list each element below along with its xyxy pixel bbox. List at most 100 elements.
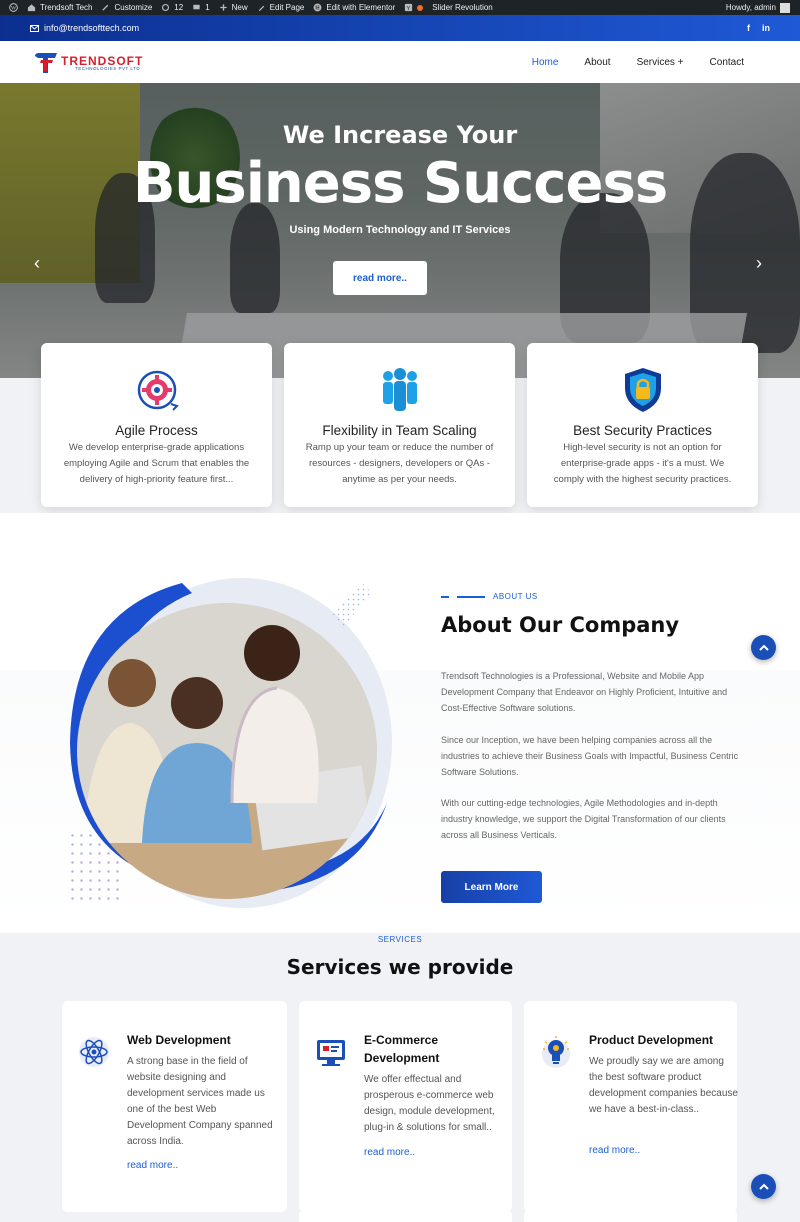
adminbar-new-label: New — [231, 3, 248, 12]
home-icon — [27, 4, 36, 12]
updates-icon — [162, 3, 170, 12]
service-title: Web Development — [127, 1033, 231, 1047]
brand-name: TRENDSOFT — [61, 53, 144, 68]
service-card-partial — [299, 1209, 512, 1222]
atom-icon — [79, 1037, 109, 1067]
email-link[interactable]: info@trendsofttech.com — [30, 23, 139, 33]
service-card-partial — [524, 1209, 737, 1222]
adminbar-updates[interactable]: 12 — [161, 3, 183, 12]
adminbar-edit-page[interactable]: Edit Page — [257, 3, 305, 12]
service-title: E-Commerce Development — [364, 1033, 440, 1065]
comment-icon — [193, 4, 200, 10]
services-section: SERVICES Services we provide Web Develop… — [0, 933, 800, 1222]
adminbar-updates-count: 12 — [174, 3, 184, 12]
adminbar-account[interactable]: Howdy, admin — [726, 0, 790, 15]
site-logo[interactable]: TRENDSOFT TECHNOLOGIES PVT LTD — [33, 50, 143, 76]
pencil-icon — [258, 5, 264, 12]
ecommerce-screen-icon — [317, 1040, 345, 1066]
yoast-icon: Y — [405, 3, 413, 12]
adminbar-comments-count: 1 — [205, 3, 210, 12]
about-tag: ABOUT US — [441, 592, 538, 601]
svg-text:Y: Y — [407, 6, 411, 12]
brush-icon — [102, 4, 109, 11]
shield-lock-icon — [625, 368, 661, 412]
adminbar-elementor-label: Edit with Elementor — [326, 3, 396, 12]
scroll-to-top-button[interactable] — [751, 635, 776, 660]
about-title: About Our Company — [441, 613, 680, 637]
menu-item-about[interactable]: About — [584, 57, 610, 68]
slider-next-icon[interactable]: › — [756, 253, 762, 274]
hero-slider: We Increase Your Business Success Using … — [0, 83, 800, 378]
about-paragraph: Since our Inception, we have been helpin… — [441, 735, 739, 777]
adminbar-slider-label: Slider Revolution — [432, 3, 493, 12]
facebook-icon[interactable]: f — [747, 23, 750, 33]
feature-title: Agile Process — [115, 423, 198, 438]
service-text: A strong base in the field of website de… — [127, 1056, 273, 1147]
about-section: ABOUT US About Our Company Trendsoft Tec… — [0, 513, 800, 933]
hero-line1: We Increase Your — [282, 121, 518, 149]
menu-item-services[interactable]: Services + — [637, 57, 684, 68]
feature-title: Best Security Practices — [573, 423, 712, 438]
envelope-icon — [30, 24, 39, 32]
features-section: Agile Process We develop enterprise-grad… — [0, 343, 800, 513]
feature-card-security: Best Security Practices High-level secur… — [527, 343, 758, 507]
contact-bar: info@trendsofttech.com f in — [0, 15, 800, 41]
adminbar-yoast[interactable]: Y — [404, 3, 424, 12]
email-text: info@trendsofttech.com — [44, 23, 140, 33]
services-title: Services we provide — [286, 955, 514, 979]
main-header: TRENDSOFT TECHNOLOGIES PVT LTD Home Abou… — [0, 41, 800, 83]
avatar — [780, 2, 790, 13]
plus-icon — [219, 4, 227, 11]
feature-card-agile: Agile Process We develop enterprise-grad… — [41, 343, 272, 507]
adminbar-edit-page-label: Edit Page — [269, 3, 305, 12]
adminbar-new[interactable]: New — [219, 3, 248, 12]
adminbar-comments[interactable]: 1 — [192, 3, 210, 12]
service-card-product: Product Development We proudly say we ar… — [524, 1001, 738, 1212]
feature-text: High-level security is not an option for… — [553, 442, 732, 485]
adminbar-site-link[interactable]: Trendsoft Tech — [27, 3, 92, 12]
feature-card-team: Flexibility in Team Scaling Ramp up your… — [284, 343, 515, 507]
service-text: We offer effectual and prosperous e-comm… — [364, 1074, 495, 1133]
service-read-more-link[interactable]: read more.. — [364, 1147, 415, 1158]
seo-status-dot — [417, 4, 424, 11]
feature-text: We develop enterprise-grade applications… — [63, 442, 250, 485]
wordpress-logo-icon[interactable]: W — [9, 3, 18, 12]
adminbar-customize[interactable]: Customize — [101, 3, 152, 12]
hero-read-more-button[interactable]: read more.. — [333, 261, 427, 295]
adminbar-greeting: Howdy, admin — [725, 3, 776, 12]
adminbar-elementor[interactable]: Edit with Elementor — [313, 3, 395, 12]
scroll-to-top-button[interactable] — [751, 1174, 776, 1199]
lightbulb-icon — [542, 1036, 570, 1068]
trendsoft-logo-icon — [35, 53, 57, 73]
about-paragraph: Trendsoft Technologies is a Professional… — [441, 671, 728, 713]
service-title: Product Development — [589, 1033, 714, 1047]
learn-more-button[interactable]: Learn More — [441, 871, 542, 903]
linkedin-icon[interactable]: in — [762, 23, 770, 33]
menu-item-home[interactable]: Home — [532, 57, 559, 68]
adminbar-slider-revolution[interactable]: Slider Revolution — [432, 3, 492, 12]
about-tag-text: ABOUT US — [493, 592, 538, 601]
team-icon — [383, 368, 417, 411]
slider-prev-icon[interactable]: ‹ — [34, 253, 40, 274]
service-card-ecommerce: E-Commerce Development We offer effectua… — [299, 1001, 512, 1212]
service-read-more-link[interactable]: read more.. — [127, 1160, 178, 1171]
hero-title: Business Success — [132, 151, 668, 216]
feature-title: Flexibility in Team Scaling — [322, 423, 477, 438]
service-text: We proudly say we are among the best sof… — [589, 1056, 738, 1115]
hero-subtitle: Using Modern Technology and IT Services — [289, 224, 511, 236]
feature-text: Ramp up your team or reduce the number o… — [305, 442, 494, 485]
brand-tagline: TECHNOLOGIES PVT LTD — [75, 65, 141, 71]
chevron-up-icon — [758, 644, 769, 651]
service-read-more-link[interactable]: read more.. — [589, 1145, 640, 1156]
about-paragraph: With our cutting-edge technologies, Agil… — [441, 798, 726, 840]
chevron-up-icon — [758, 1183, 769, 1190]
main-menu: Home About Services + Contact — [532, 41, 744, 83]
elementor-icon — [313, 3, 322, 12]
admin-bar: W Trendsoft Tech Customize 12 1 New Edit… — [0, 0, 800, 15]
about-image — [70, 578, 392, 908]
adminbar-customize-label: Customize — [114, 3, 153, 12]
services-tag: SERVICES — [377, 935, 423, 944]
agile-gear-icon — [137, 370, 179, 411]
menu-item-contact[interactable]: Contact — [710, 57, 744, 68]
service-card-web: Web Development A strong base in the fie… — [62, 1001, 287, 1212]
